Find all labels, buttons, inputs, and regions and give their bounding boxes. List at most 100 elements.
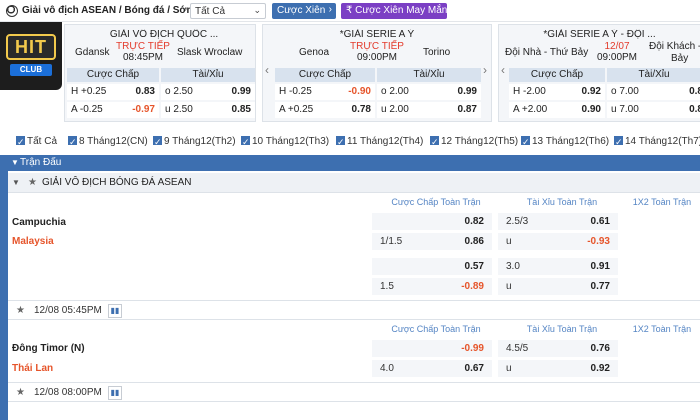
tab-date[interactable]: 12 Tháng12(Th5) [430, 133, 518, 151]
home-team-name[interactable]: Đông Timor (N) [12, 343, 85, 354]
tab-date[interactable]: 13 Tháng12(Th6) [521, 133, 609, 151]
column-header-total: Tài Xỉu Toàn Trận [526, 197, 598, 207]
odds-value: 0.87 [457, 104, 477, 115]
card-odds-cell[interactable]: u 7.00 0.8 [607, 102, 700, 118]
card-away-team: Slask Wroclaw [177, 47, 243, 58]
card-odds-cell[interactable]: o 7.00 0.8 [607, 84, 700, 100]
league-header[interactable]: ▼ ★ GIẢI VÔ ĐỊCH BÓNG ĐÁ ASEAN [8, 173, 700, 193]
card-home-team: Genoa [299, 47, 330, 58]
odds-cell[interactable]: 3.0 0.91 [498, 258, 618, 275]
odds-label: o 2.00 [381, 86, 409, 97]
odds-value: -0.93 [587, 236, 610, 247]
star-icon[interactable]: ★ [28, 173, 37, 193]
odds-cell[interactable]: 2.5/3 0.61 [498, 213, 618, 230]
featured-match-card[interactable]: GIẢI VÔ ĐỊCH QUỐC ... Gdansk TRỰC TIẾP 0… [64, 24, 256, 122]
odds-cell[interactable]: u 0.77 [498, 278, 618, 295]
checkbox-icon [16, 133, 25, 151]
card-odds-cell[interactable]: H +0.25 0.83 [67, 84, 159, 100]
stats-icon[interactable]: ▮▮ [108, 304, 122, 318]
card-odds-cell[interactable]: A +2.00 0.90 [509, 102, 605, 118]
parlay-button[interactable]: Cược Xiên › [272, 3, 336, 19]
tab-date[interactable]: 10 Tháng12(Th3) [241, 133, 329, 151]
odds-cell[interactable]: u 0.92 [498, 360, 618, 377]
away-team-name[interactable]: Thái Lan [12, 363, 53, 374]
odds-value: 0.86 [464, 236, 484, 247]
odds-cell[interactable]: -0.99 [372, 340, 492, 357]
chevron-right-icon: › [328, 4, 332, 15]
match-footer: ★ 12/08 05:45PM ▮▮ [8, 300, 700, 320]
odds-value: 0.92 [590, 363, 610, 374]
odds-cell[interactable]: u -0.93 [498, 233, 618, 250]
tab-date[interactable]: 14 Tháng12(Th7) [614, 133, 700, 151]
odds-cell[interactable]: 1.5 -0.89 [372, 278, 492, 295]
odds-value: 0.90 [581, 104, 601, 115]
odds-cell[interactable]: 1/1.5 0.86 [372, 233, 492, 250]
hitclub-logo: HIT CLUB [0, 22, 62, 90]
card-odds-cell[interactable]: u 2.50 0.85 [161, 102, 255, 118]
odds-cell[interactable]: 4.5/5 0.76 [498, 340, 618, 357]
tab-date[interactable]: 8 Tháng12(CN) [68, 133, 148, 151]
home-team-name[interactable]: Campuchia [12, 217, 66, 228]
stats-icon[interactable]: ▮▮ [108, 386, 122, 400]
odds-value: 0.76 [590, 343, 610, 354]
checkbox-icon [68, 133, 77, 151]
card-handicap-header: Cược Chấp [275, 68, 375, 82]
odds-label: H -2.00 [513, 86, 546, 97]
odds-cell[interactable]: 0.57 [372, 258, 492, 275]
odds-label: 1.5 [380, 281, 394, 292]
card-odds-cell[interactable]: u 2.00 0.87 [377, 102, 481, 118]
logo-sub: CLUB [10, 64, 52, 76]
odds-value: -0.97 [132, 104, 155, 115]
column-header-1x2: 1X2 Toàn Trận [632, 197, 692, 207]
section-header[interactable]: ▼ Trận Đấu [8, 155, 700, 171]
checkbox-icon [521, 133, 530, 151]
star-icon[interactable]: ★ [16, 301, 25, 321]
card-home-team: Gdansk [75, 47, 110, 58]
market-filter-value: Tất Cả [195, 6, 226, 17]
odds-value: 0.57 [464, 261, 484, 272]
card-odds-cell[interactable]: o 2.50 0.99 [161, 84, 255, 100]
odds-value: 0.67 [464, 363, 484, 374]
tab-date[interactable]: 11 Tháng12(Th4) [336, 133, 423, 151]
featured-match-card[interactable]: ‹ *GIẢI SERIE A Ý - ĐỘI ... Đội Nhà - Th… [498, 24, 700, 122]
tab-all[interactable]: Tất Cả [16, 133, 57, 151]
card-odds-cell[interactable]: A -0.25 -0.97 [67, 102, 159, 118]
checkbox-icon [153, 133, 162, 151]
odds-value: 0.61 [590, 216, 610, 227]
checkbox-icon [430, 133, 439, 151]
tab-label: 10 Tháng12(Th3) [252, 136, 330, 147]
odds-cell[interactable]: 0.82 [372, 213, 492, 230]
odds-label: u [506, 281, 512, 292]
card-odds-cell[interactable]: H -2.00 0.92 [509, 84, 605, 100]
card-odds-cell[interactable]: o 2.00 0.99 [377, 84, 481, 100]
star-icon[interactable]: ★ [16, 383, 25, 403]
odds-cell[interactable]: 4.0 0.67 [372, 360, 492, 377]
market-filter-select[interactable]: Tất Cả ⌄ [190, 3, 266, 19]
odds-value: 0.8 [689, 86, 700, 97]
match-datetime: 12/08 05:45PM [34, 305, 102, 316]
odds-label: A +2.00 [513, 104, 548, 115]
card-odds-cell[interactable]: H -0.25 -0.90 [275, 84, 375, 100]
odds-label: 4.5/5 [506, 343, 529, 354]
tab-label: 11 Tháng12(Th4) [347, 136, 424, 147]
tab-date[interactable]: 9 Tháng12(Th2) [153, 133, 236, 151]
left-strip [0, 155, 8, 420]
odds-label: o 7.00 [611, 86, 639, 97]
odds-label: u 2.50 [165, 104, 193, 115]
column-header-handicap: Cược Chấp Toàn Trận [391, 197, 481, 207]
card-status: TRỰC TIẾP [350, 41, 404, 52]
chevron-right-icon[interactable]: › [483, 63, 493, 77]
lucky-parlay-button[interactable]: ₹ Cược Xiên May Mắn [341, 3, 447, 19]
odds-label: 2.5/3 [506, 216, 529, 227]
card-away-team: Đội Khách - T [649, 41, 700, 52]
featured-match-card[interactable]: ‹ › *GIẢI SERIE A Ý Genoa TRỰC TIẾP 09:0… [262, 24, 492, 122]
match-footer: ★ 12/08 08:00PM ▮▮ [8, 382, 700, 402]
card-status: TRỰC TIẾP [116, 41, 170, 52]
match-datetime: 12/08 08:00PM [34, 387, 102, 398]
card-odds-cell[interactable]: A +0.25 0.78 [275, 102, 375, 118]
card-total-header: Tài/Xỉu [607, 68, 700, 82]
odds-label: H +0.25 [71, 86, 107, 97]
away-team-name[interactable]: Malaysia [12, 236, 54, 247]
chevron-left-icon[interactable]: ‹ [265, 63, 275, 77]
breadcrumb: Giải vô địch ASEAN / Bóng đá / Sớm [22, 5, 196, 16]
